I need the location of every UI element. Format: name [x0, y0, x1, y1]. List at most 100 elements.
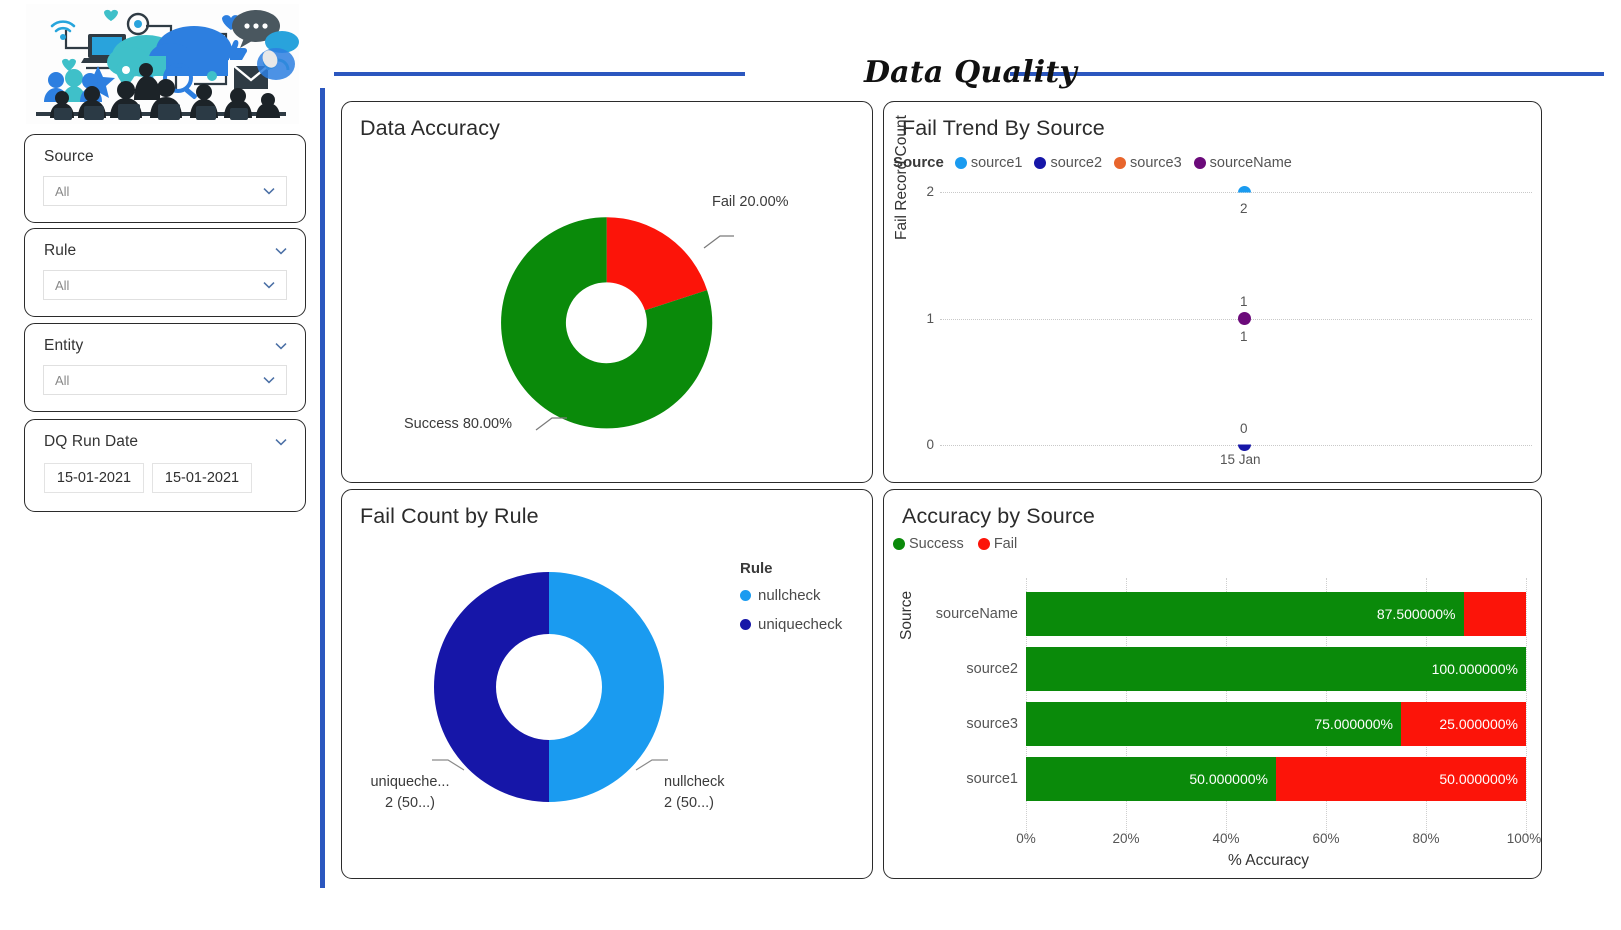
entity-slicer-dropdown[interactable]: All: [43, 365, 287, 395]
data-accuracy-success-callout: Success 80.00%: [404, 416, 512, 432]
bar-label-fail-source3: 25.000000%: [1439, 716, 1518, 732]
nullcheck-leader-line: [636, 760, 668, 770]
xtick-80: 80%: [1396, 831, 1456, 846]
fail-trend-title: Fail Trend By Source: [902, 116, 1105, 141]
uniquecheck-callout-line2: 2 (50...): [361, 793, 459, 814]
nullcheck-callout-line2: 2 (50...): [664, 793, 724, 814]
success-leader-line: [536, 418, 567, 430]
bar-success-source2[interactable]: 100.000000%: [1026, 647, 1526, 691]
legend-item-source3[interactable]: source3: [1114, 155, 1182, 171]
fail-count-by-rule-donut[interactable]: [424, 562, 674, 812]
gridline-y1: [940, 319, 1532, 320]
legend-dot-fail: [978, 538, 990, 550]
sidebar-item-rule-slicer[interactable]: Rule All: [24, 228, 306, 317]
legend-item-sourcename[interactable]: sourceName: [1194, 155, 1292, 171]
chevron-down-icon[interactable]: [273, 338, 289, 354]
rule-slicer-label: Rule: [44, 242, 76, 260]
entity-slicer-label: Entity: [44, 337, 83, 355]
date-start-input[interactable]: 15-01-2021: [44, 463, 144, 493]
legend-label-nullcheck: nullcheck: [758, 587, 821, 604]
datapoint-sourcename-1[interactable]: [1238, 312, 1251, 325]
data-accuracy-donut[interactable]: [472, 162, 742, 462]
legend-item-fail[interactable]: Fail: [978, 536, 1017, 552]
bar-label-fail-source1: 50.000000%: [1439, 771, 1518, 787]
panel-data-accuracy: Data Accuracy Fail 20.00% Success 80.00%: [341, 101, 873, 483]
content-accent-bar: [320, 88, 325, 888]
chevron-down-icon[interactable]: [261, 277, 277, 293]
legend-dot-source2: [1034, 157, 1046, 169]
uniquecheck-callout-line1: uniqueche...: [361, 772, 459, 793]
bar-fail-source1[interactable]: 50.000000%: [1276, 757, 1526, 801]
sidebar-item-source-slicer[interactable]: Source All: [24, 134, 306, 223]
bar-fail-sourcename[interactable]: [1464, 592, 1527, 636]
nullcheck-callout: nullcheck 2 (50...): [664, 772, 724, 814]
source-slicer-header: Source: [25, 135, 305, 172]
rule-legend-title: Rule: [740, 560, 842, 577]
dashboard-banner-image: [26, 4, 299, 124]
xtick-20: 20%: [1096, 831, 1156, 846]
fail-count-rule-title: Fail Count by Rule: [360, 504, 539, 529]
rule-slicer-value: All: [55, 278, 69, 293]
rule-slicer-dropdown[interactable]: All: [43, 270, 287, 300]
bar-label-success-source3: 75.000000%: [1314, 716, 1393, 732]
entity-slicer-header: Entity: [25, 324, 305, 361]
sidebar-item-dq-run-date-slicer[interactable]: DQ Run Date 15-01-2021 15-01-2021: [24, 419, 306, 512]
rule-slicer-header: Rule: [25, 229, 305, 266]
date-end-input[interactable]: 15-01-2021: [152, 463, 252, 493]
table-row-source1[interactable]: 50.000000% 50.000000%: [1026, 757, 1526, 801]
bar-success-sourcename[interactable]: 87.500000%: [1026, 592, 1464, 636]
bar-label-success-sourcename: 87.500000%: [1377, 606, 1456, 622]
legend-dot-uniquecheck: [740, 619, 751, 630]
chevron-down-icon[interactable]: [261, 183, 277, 199]
panel-fail-count-by-rule: Fail Count by Rule nullcheck 2 (50...) u…: [341, 489, 873, 879]
fail-trend-y-axis-label: Fail Record Count: [893, 115, 911, 240]
legend-label-success: Success: [909, 536, 964, 552]
bar-fail-source3[interactable]: 25.000000%: [1401, 702, 1526, 746]
data-accuracy-title: Data Accuracy: [360, 116, 500, 141]
table-row-source2[interactable]: 100.000000%: [1026, 647, 1526, 691]
bar-label-success-source2: 100.000000%: [1432, 661, 1518, 677]
fail-trend-legend: Source source1 source2 source3 sourceNam…: [893, 154, 1298, 171]
legend-label-uniquecheck: uniquecheck: [758, 616, 842, 633]
bar-label-success-source1: 50.000000%: [1189, 771, 1268, 787]
sidebar: Source All Rule All Entity: [0, 0, 320, 930]
legend-dot-sourcename: [1194, 157, 1206, 169]
xtick-15-jan: 15 Jan: [1220, 452, 1261, 467]
dq-run-date-header: DQ Run Date: [25, 420, 305, 457]
datapoint-label-source1: 2: [1240, 201, 1248, 216]
donut-slice-nullcheck[interactable]: [549, 572, 664, 802]
gridline-y0: [940, 445, 1532, 446]
legend-item-success[interactable]: Success: [893, 536, 964, 552]
bar-success-source1[interactable]: 50.000000%: [1026, 757, 1276, 801]
legend-item-source2[interactable]: source2: [1034, 155, 1102, 171]
ytick-0: 0: [904, 437, 934, 452]
ytick-1: 1: [904, 311, 934, 326]
accuracy-by-source-legend: Success Fail: [893, 536, 1023, 552]
donut-slice-uniquecheck[interactable]: [434, 572, 549, 802]
bar-category-source3: source3: [908, 716, 1018, 732]
data-collaboration-illustration: [26, 4, 299, 124]
legend-label-source2: source2: [1050, 155, 1102, 171]
chevron-down-icon[interactable]: [261, 372, 277, 388]
sidebar-item-entity-slicer[interactable]: Entity All: [24, 323, 306, 412]
legend-dot-success: [893, 538, 905, 550]
bar-success-source3[interactable]: 75.000000%: [1026, 702, 1401, 746]
xtick-100: 100%: [1494, 831, 1554, 846]
legend-label-source1: source1: [971, 155, 1023, 171]
datapoint-label-source2: 0: [1240, 421, 1248, 436]
bar-category-source2: source2: [908, 661, 1018, 677]
page-title: Data Quality: [320, 55, 1621, 90]
source-slicer-dropdown[interactable]: All: [43, 176, 287, 206]
table-row-source3[interactable]: 75.000000% 25.000000%: [1026, 702, 1526, 746]
fail-leader-line: [704, 236, 734, 248]
bar-category-sourcename: sourceName: [908, 606, 1018, 622]
legend-item-source1[interactable]: source1: [955, 155, 1023, 171]
legend-item-uniquecheck[interactable]: uniquecheck: [740, 616, 842, 633]
chevron-down-icon[interactable]: [273, 434, 289, 450]
uniquecheck-leader-line: [432, 760, 464, 770]
chevron-down-icon[interactable]: [273, 243, 289, 259]
accuracy-by-source-title: Accuracy by Source: [902, 504, 1095, 529]
table-row-sourcename[interactable]: 87.500000%: [1026, 592, 1526, 636]
datapoint-label-sourcename-bottom: 1: [1240, 329, 1248, 344]
legend-item-nullcheck[interactable]: nullcheck: [740, 587, 842, 604]
